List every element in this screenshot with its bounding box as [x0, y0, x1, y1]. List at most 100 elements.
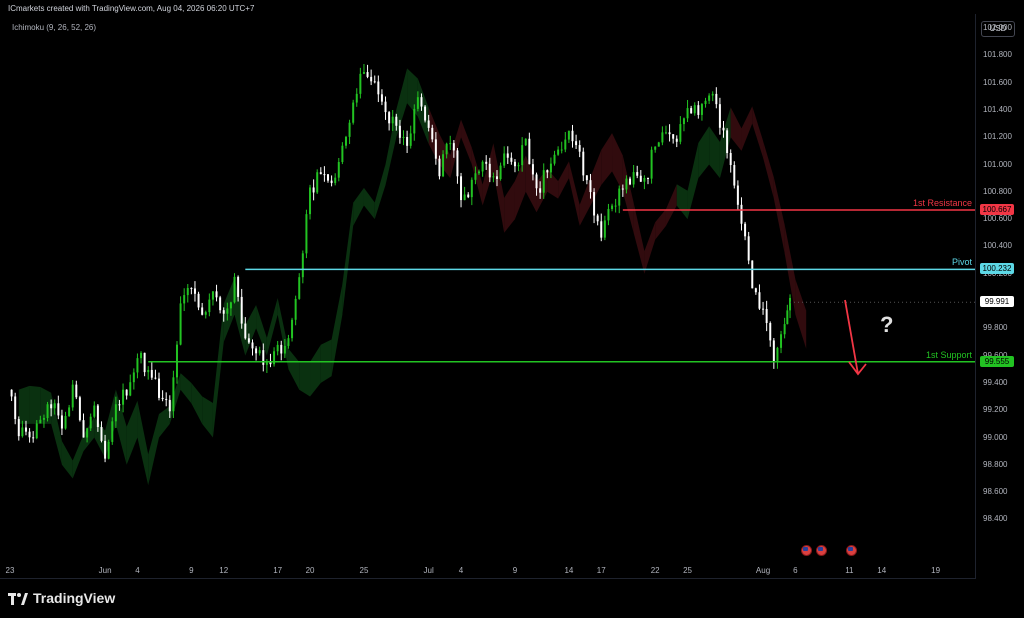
candle-body [283, 345, 286, 354]
candle-body [337, 162, 340, 178]
candle-body [89, 416, 92, 429]
candle-body [603, 220, 606, 238]
tradingview-logo-icon [8, 592, 28, 605]
candle-body [715, 93, 718, 105]
ichimoku-cloud-segment [202, 396, 213, 438]
candle-body [53, 403, 56, 409]
candle-body [442, 154, 445, 177]
brand-logo[interactable]: TradingView [8, 590, 115, 606]
candle-body [233, 276, 236, 303]
candle-body [377, 81, 380, 95]
candle-body [132, 372, 135, 383]
us-flag-event-icon[interactable] [816, 545, 827, 556]
candle-body [679, 124, 682, 142]
ichimoku-cloud-segment [525, 155, 537, 213]
ichimoku-cloud-segment [590, 149, 602, 206]
candle-body [700, 104, 703, 115]
price-tick-label: 98.600 [983, 487, 1008, 497]
candle-body [71, 384, 74, 408]
candle-body [575, 141, 578, 146]
candle-body [42, 418, 45, 420]
candle-body [118, 404, 121, 406]
candle-body [557, 149, 560, 155]
candle-body [348, 122, 351, 137]
us-flag-event-icon[interactable] [846, 545, 857, 556]
ichimoku-cloud-segment [159, 406, 170, 438]
candle-body [312, 187, 315, 193]
us-flag-event-icon[interactable] [801, 545, 812, 556]
ichimoku-cloud-segment [212, 303, 224, 438]
candle-body [747, 236, 750, 261]
candle-body [571, 130, 574, 142]
candle-body [122, 389, 125, 405]
candle-body [488, 163, 491, 178]
ichimoku-cloud-segment [514, 155, 526, 220]
ichimoku-cloud-segment [137, 400, 149, 486]
candle-body [661, 132, 664, 143]
candle-body [140, 352, 143, 359]
ichimoku-cloud-segment [256, 305, 267, 356]
time-tick-label: Jun [98, 566, 112, 575]
candle-body [262, 350, 265, 365]
ichimoku-cloud-segment [795, 279, 807, 349]
ichimoku-cloud-segment [148, 414, 160, 486]
candle-body [772, 340, 775, 363]
candle-body [75, 384, 78, 398]
ichimoku-cloud-segment [622, 155, 634, 233]
candle-body [657, 142, 660, 147]
candle-body [564, 139, 567, 150]
candle-body [611, 205, 614, 209]
ichimoku-cloud-segment [40, 387, 52, 424]
candle-body [298, 277, 301, 299]
ichimoku-cloud-segment [51, 392, 62, 465]
candle-body [697, 105, 700, 115]
candle-body [729, 153, 732, 166]
candle-body [636, 172, 639, 176]
candle-body [240, 296, 243, 324]
candle-body [531, 164, 534, 175]
time-tick-label: 14 [877, 566, 887, 575]
candle-body [319, 172, 322, 175]
ichimoku-cloud-segment [353, 187, 364, 226]
candle-body [301, 253, 304, 278]
candle-body [449, 143, 452, 145]
candle-body [416, 97, 419, 109]
price-tick-label: 101.000 [983, 159, 1012, 169]
candle-body [208, 299, 211, 313]
ichimoku-cloud-segment [126, 400, 138, 465]
candle-body [82, 420, 85, 438]
ichimoku-cloud-segment [612, 133, 623, 192]
current-price-tag: 99.991 [980, 296, 1014, 308]
candle-body [21, 427, 24, 437]
ichimoku-cloud-segment [94, 417, 106, 458]
candle-body [344, 136, 347, 146]
candle-body [740, 204, 743, 224]
candle-body [758, 292, 761, 309]
candle-body [736, 185, 739, 205]
candle-body [197, 293, 200, 308]
price-chart[interactable] [0, 0, 1024, 618]
candle-body [506, 153, 509, 158]
candle-body [431, 127, 434, 140]
ichimoku-cloud-segment [633, 202, 645, 274]
candle-body [287, 338, 290, 346]
candle-body [93, 405, 96, 417]
candle-body [456, 150, 459, 177]
candle-body [704, 100, 707, 105]
ichimoku-cloud-segment [83, 417, 95, 452]
candle-body [78, 397, 81, 421]
candle-body [10, 389, 13, 397]
candle-body [402, 136, 405, 138]
candle-body [542, 170, 545, 193]
candle-body [46, 404, 49, 419]
candle-body [485, 161, 488, 164]
candle-body [388, 112, 391, 124]
candle-body [161, 397, 164, 400]
candle-body [204, 312, 207, 315]
candle-body [675, 138, 678, 142]
candle-body [154, 377, 157, 379]
ichimoku-cloud-segment [61, 441, 73, 479]
level-price-tag: 100.232 [980, 263, 1014, 275]
ichimoku-cloud-segment [72, 434, 84, 479]
candle-body [39, 419, 42, 424]
